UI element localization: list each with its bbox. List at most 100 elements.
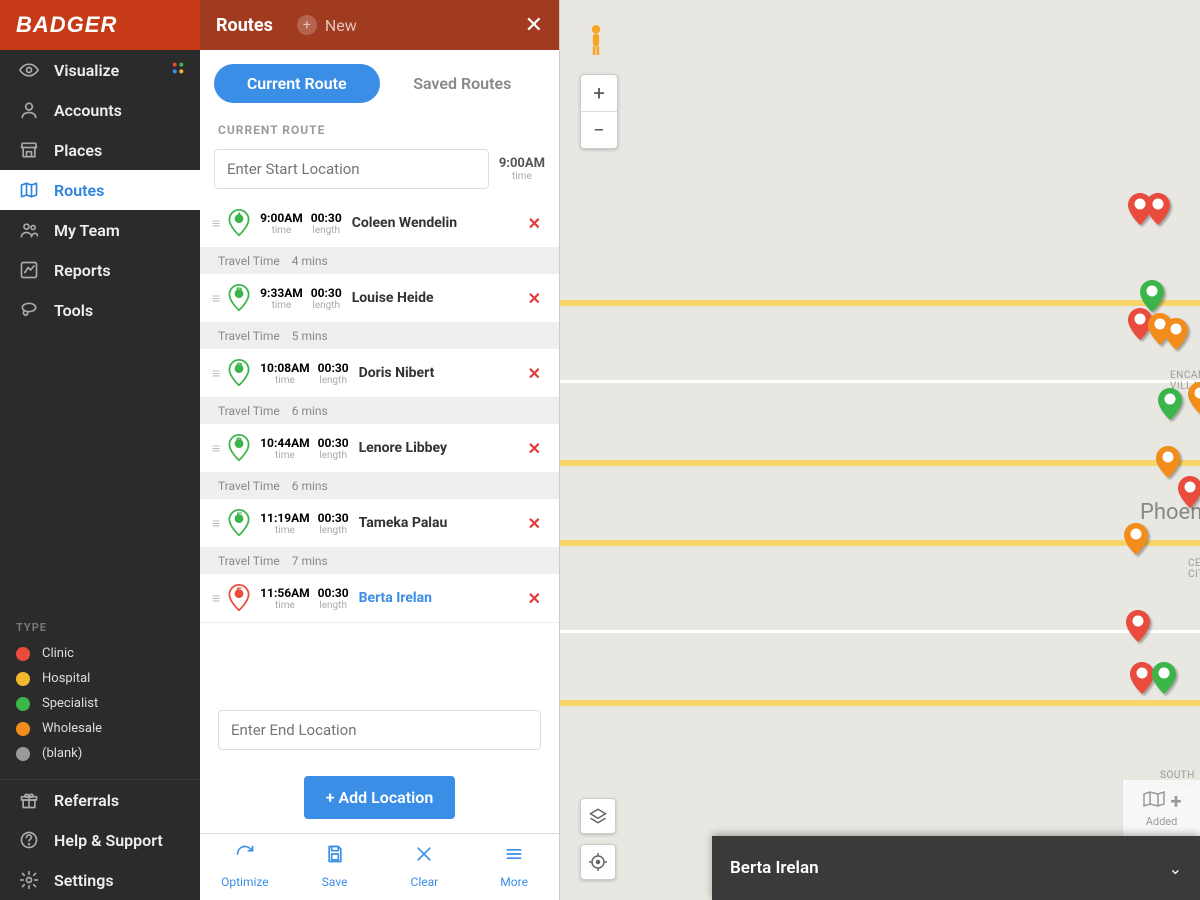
delete-stop-button[interactable]: ✕ (522, 364, 547, 383)
nav-label: Settings (54, 871, 114, 890)
sidebar: BADGER VisualizeAccountsPlacesRoutesMy T… (0, 0, 200, 900)
map-pin[interactable] (1152, 662, 1176, 694)
tab-current-route[interactable]: Current Route (214, 64, 380, 103)
map-pin[interactable] (1158, 388, 1182, 420)
sidebar-item-reports[interactable]: Reports (0, 250, 200, 290)
store-icon (16, 140, 42, 160)
action-label: More (500, 875, 528, 889)
chevron-down-icon[interactable]: ⌄ (1169, 859, 1182, 878)
start-location-input[interactable] (214, 149, 489, 189)
stop-name: Coleen Wendelin (352, 215, 522, 231)
stop-row[interactable]: ≡B9:33AMtime00:30lengthLouise Heide✕ (200, 274, 559, 323)
nav-label: Accounts (54, 101, 122, 120)
type-dot (16, 647, 30, 661)
clear-button[interactable]: Clear (380, 834, 470, 900)
action-label: Optimize (221, 875, 269, 889)
team-icon (16, 220, 42, 240)
map-pin[interactable] (1164, 318, 1188, 350)
sidebar-item-visualize[interactable]: Visualize (0, 50, 200, 90)
stop-length: 00:30length (311, 286, 342, 311)
chart-icon (16, 260, 42, 280)
nav-label: Referrals (54, 791, 119, 810)
map-pin[interactable] (1146, 193, 1170, 225)
stop-row[interactable]: ≡D10:44AMtime00:30lengthLenore Libbey✕ (200, 424, 559, 473)
type-clinic[interactable]: Clinic (16, 646, 184, 661)
map-pin[interactable] (1188, 382, 1200, 414)
type-dot (16, 722, 30, 736)
map-pin[interactable] (1124, 523, 1148, 555)
stop-pin-D: D (228, 434, 250, 462)
nav-label: Routes (54, 181, 104, 200)
drag-handle-icon[interactable]: ≡ (212, 215, 220, 232)
nav-label: Help & Support (54, 831, 163, 850)
type-wholesale[interactable]: Wholesale (16, 721, 184, 736)
nav-label: My Team (54, 221, 120, 240)
stop-row[interactable]: ≡F11:56AMtime00:30lengthBerta Irelan✕ (200, 574, 559, 623)
drag-handle-icon[interactable]: ≡ (212, 365, 220, 382)
delete-stop-button[interactable]: ✕ (522, 589, 547, 608)
end-location-input[interactable] (218, 710, 541, 750)
stop-length: 00:30length (311, 211, 342, 236)
start-time[interactable]: 9:00AM time (499, 156, 545, 182)
info-card[interactable]: Berta Irelan ⌄ (712, 836, 1200, 900)
stops-list: ≡A9:00AMtime00:30lengthColeen Wendelin✕T… (200, 199, 559, 700)
routes-title: Routes (216, 15, 273, 36)
sidebar-item-accounts[interactable]: Accounts (0, 90, 200, 130)
stop-row[interactable]: ≡C10:08AMtime00:30lengthDoris Nibert✕ (200, 349, 559, 398)
delete-stop-button[interactable]: ✕ (522, 214, 547, 233)
drag-handle-icon[interactable]: ≡ (212, 290, 220, 307)
add-location-button[interactable]: + Add Location (304, 776, 456, 819)
layers-button[interactable] (580, 798, 616, 834)
sidebar-item-routes[interactable]: Routes (0, 170, 200, 210)
type-blank[interactable]: (blank) (16, 746, 184, 761)
refresh-icon (200, 844, 290, 869)
nav-label: Tools (54, 301, 93, 320)
map-icon (16, 180, 42, 200)
delete-stop-button[interactable]: ✕ (522, 289, 547, 308)
locate-button[interactable] (580, 844, 616, 880)
stop-name: Louise Heide (352, 290, 522, 306)
map-pin[interactable] (1126, 610, 1150, 642)
sidebar-item-help-support[interactable]: Help & Support (0, 820, 200, 860)
stop-name: Tameka Palau (359, 515, 522, 531)
new-route-button[interactable]: + New (297, 15, 357, 35)
save-icon (290, 844, 380, 869)
stop-row[interactable]: ≡A9:00AMtime00:30lengthColeen Wendelin✕ (200, 199, 559, 248)
map-pin[interactable] (1156, 446, 1180, 478)
save-button[interactable]: Save (290, 834, 380, 900)
sidebar-item-settings[interactable]: Settings (0, 860, 200, 900)
sidebar-item-my-team[interactable]: My Team (0, 210, 200, 250)
sidebar-item-places[interactable]: Places (0, 130, 200, 170)
delete-stop-button[interactable]: ✕ (522, 514, 547, 533)
sidebar-item-referrals[interactable]: Referrals (0, 780, 200, 820)
map-pin[interactable] (1178, 476, 1200, 508)
stop-name: Doris Nibert (359, 365, 522, 381)
nav-label: Visualize (54, 61, 119, 80)
map[interactable]: PhoenixScottsdaleTempeParadise ValleyARC… (560, 0, 1200, 900)
zoom-in-button[interactable]: + (581, 75, 617, 111)
travel-time-row: Travel Time5 mins (200, 323, 559, 349)
delete-stop-button[interactable]: ✕ (522, 439, 547, 458)
sidebar-item-tools[interactable]: Tools (0, 290, 200, 330)
stop-length: 00:30length (318, 586, 349, 611)
tab-saved-routes[interactable]: Saved Routes (380, 64, 546, 103)
drag-handle-icon[interactable]: ≡ (212, 515, 220, 532)
close-icon[interactable]: ✕ (525, 13, 543, 38)
type-label: (blank) (42, 746, 82, 761)
optimize-button[interactable]: Optimize (200, 834, 290, 900)
more-button[interactable]: More (469, 834, 559, 900)
map-pin[interactable] (1140, 280, 1164, 312)
drag-handle-icon[interactable]: ≡ (212, 590, 220, 607)
type-heading: TYPE (16, 621, 184, 634)
type-label: Specialist (42, 696, 98, 711)
user-icon (16, 100, 42, 120)
pegman-icon[interactable] (580, 20, 612, 60)
map-pin[interactable] (1130, 662, 1154, 694)
zoom-out-button[interactable]: − (581, 112, 617, 148)
stop-row[interactable]: ≡E11:19AMtime00:30lengthTameka Palau✕ (200, 499, 559, 548)
drag-handle-icon[interactable]: ≡ (212, 440, 220, 457)
added-badge[interactable]: + Added (1122, 780, 1200, 836)
stop-pin-F: F (228, 584, 250, 612)
type-hospital[interactable]: Hospital (16, 671, 184, 686)
type-specialist[interactable]: Specialist (16, 696, 184, 711)
